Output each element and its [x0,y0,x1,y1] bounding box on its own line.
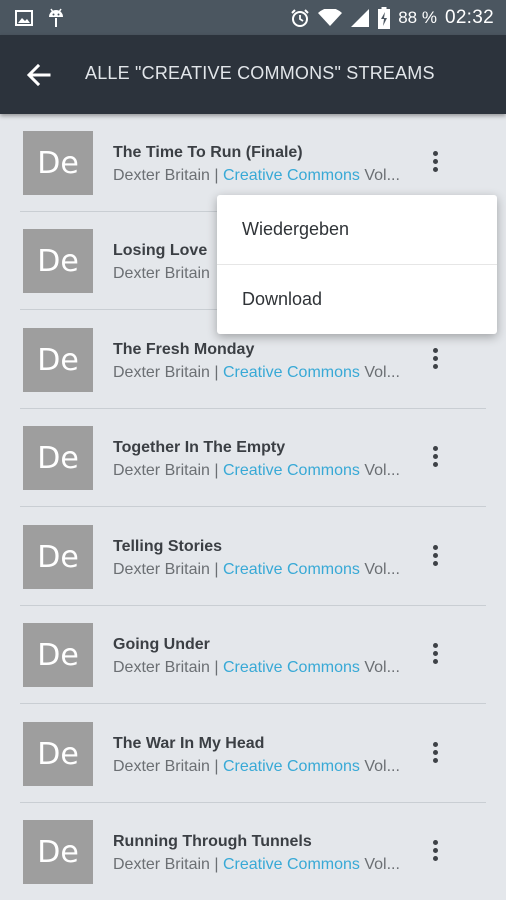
track-album-suffix: Vol... [359,659,400,676]
track-label-link[interactable]: Creative Commons [223,462,360,479]
track-title: Running Through Tunnels [113,833,312,850]
wifi-icon [318,8,343,26]
track-title: Telling Stories [113,538,223,555]
more-vert-icon[interactable] [424,147,446,177]
track-label-link[interactable]: Creative Commons [223,758,360,775]
track-thumbnail: De [23,328,93,392]
track-label-link[interactable]: Creative Commons [223,561,360,578]
row-divider [20,506,486,507]
track-title: Together In The Empty [113,439,286,456]
app-bar: ALLE "CREATIVE COMMONS" STREAMS [0,35,506,114]
track-subtitle: Dexter Britain | Creative Commons Vol... [113,856,408,874]
more-vert-icon[interactable] [424,541,446,571]
track-artist: Dexter Britain [113,659,210,676]
track-label-link[interactable]: Creative Commons [223,856,360,873]
battery-charging-icon [378,6,391,29]
track-subtitle: Dexter Britain | Creative Commons Vol... [113,758,408,776]
track-thumbnail: De [23,623,93,687]
track-album-suffix: Vol... [359,758,400,775]
track-title: Losing Love [113,242,208,259]
menu-item-download[interactable]: Download [217,265,497,334]
status-bar-left [14,6,66,30]
track-artist: Dexter Britain [113,856,210,873]
track-title: The War In My Head [113,735,265,752]
android-icon [49,8,63,27]
more-vert-icon[interactable] [424,639,446,669]
page-title: ALLE "CREATIVE COMMONS" STREAMS [85,63,435,83]
more-vert-icon[interactable] [424,836,446,866]
signal-icon [351,8,370,27]
track-title: Going Under [113,636,210,653]
track-row[interactable]: De Running Through Tunnels Dexter Britai… [0,803,506,900]
track-row[interactable]: De Going Under Dexter Britain | Creative… [0,606,506,704]
track-subtitle: Dexter Britain | Creative Commons Vol... [113,364,408,382]
track-subtitle: Dexter Britain | Creative Commons Vol... [113,462,408,480]
track-artist: Dexter Britain [113,167,210,184]
track-album-suffix: Vol... [359,167,400,184]
menu-item-label: Wiedergeben [242,219,350,239]
track-separator: | [209,167,223,184]
track-title: The Fresh Monday [113,341,255,358]
track-album-suffix: Vol... [359,364,400,381]
track-separator: | [209,659,223,676]
popup-menu: Wiedergeben Download [217,195,497,334]
menu-item-label: Download [242,289,323,309]
track-row[interactable]: De Telling Stories Dexter Britain | Crea… [0,508,506,606]
track-thumbnail: De [23,131,93,195]
track-thumbnail: De [23,426,93,490]
track-label-link[interactable]: Creative Commons [223,167,360,184]
track-label-link[interactable]: Creative Commons [223,364,360,381]
alarm-icon [291,8,309,27]
track-thumbnail: De [23,820,93,884]
track-thumbnail: De [23,525,93,589]
track-separator: | [209,364,223,381]
menu-item-play[interactable]: Wiedergeben [217,195,497,264]
track-row[interactable]: De Together In The Empty Dexter Britain … [0,409,506,507]
track-artist: Dexter Britain [113,561,210,578]
track-separator: | [209,856,223,873]
track-album-suffix: Vol... [359,462,400,479]
track-album-suffix: Vol... [359,856,400,873]
track-label-link[interactable]: Creative Commons [223,659,360,676]
battery-percentage: 88 % [398,7,437,27]
status-bar: 88 % 02:32 [0,0,506,35]
track-subtitle: Dexter Britain | Creative Commons Vol... [113,561,408,579]
row-divider [20,703,486,704]
track-title: The Time To Run (Finale) [113,144,303,161]
track-album-suffix: Vol... [359,561,400,578]
track-row[interactable]: De The War In My Head Dexter Britain | C… [0,705,506,803]
more-vert-icon[interactable] [424,344,446,374]
track-artist: Dexter Britain [113,265,210,282]
track-separator: | [209,462,223,479]
back-button[interactable] [22,58,56,92]
track-subtitle: Dexter Britain | Creative Commons Vol... [113,167,408,185]
arrow-back-icon [26,63,51,87]
image-icon [15,10,33,26]
status-bar-right: 88 % 02:32 [290,0,494,35]
track-separator: | [209,758,223,775]
track-artist: Dexter Britain [113,364,210,381]
track-thumbnail: De [23,722,93,786]
track-separator: | [209,561,223,578]
track-subtitle: Dexter Britain | Creative Commons Vol... [113,659,408,677]
more-vert-icon[interactable] [424,738,446,768]
track-thumbnail: De [23,229,93,293]
track-artist: Dexter Britain [113,758,210,775]
more-vert-icon[interactable] [424,442,446,472]
track-artist: Dexter Britain [113,462,210,479]
status-time: 02:32 [444,6,494,28]
